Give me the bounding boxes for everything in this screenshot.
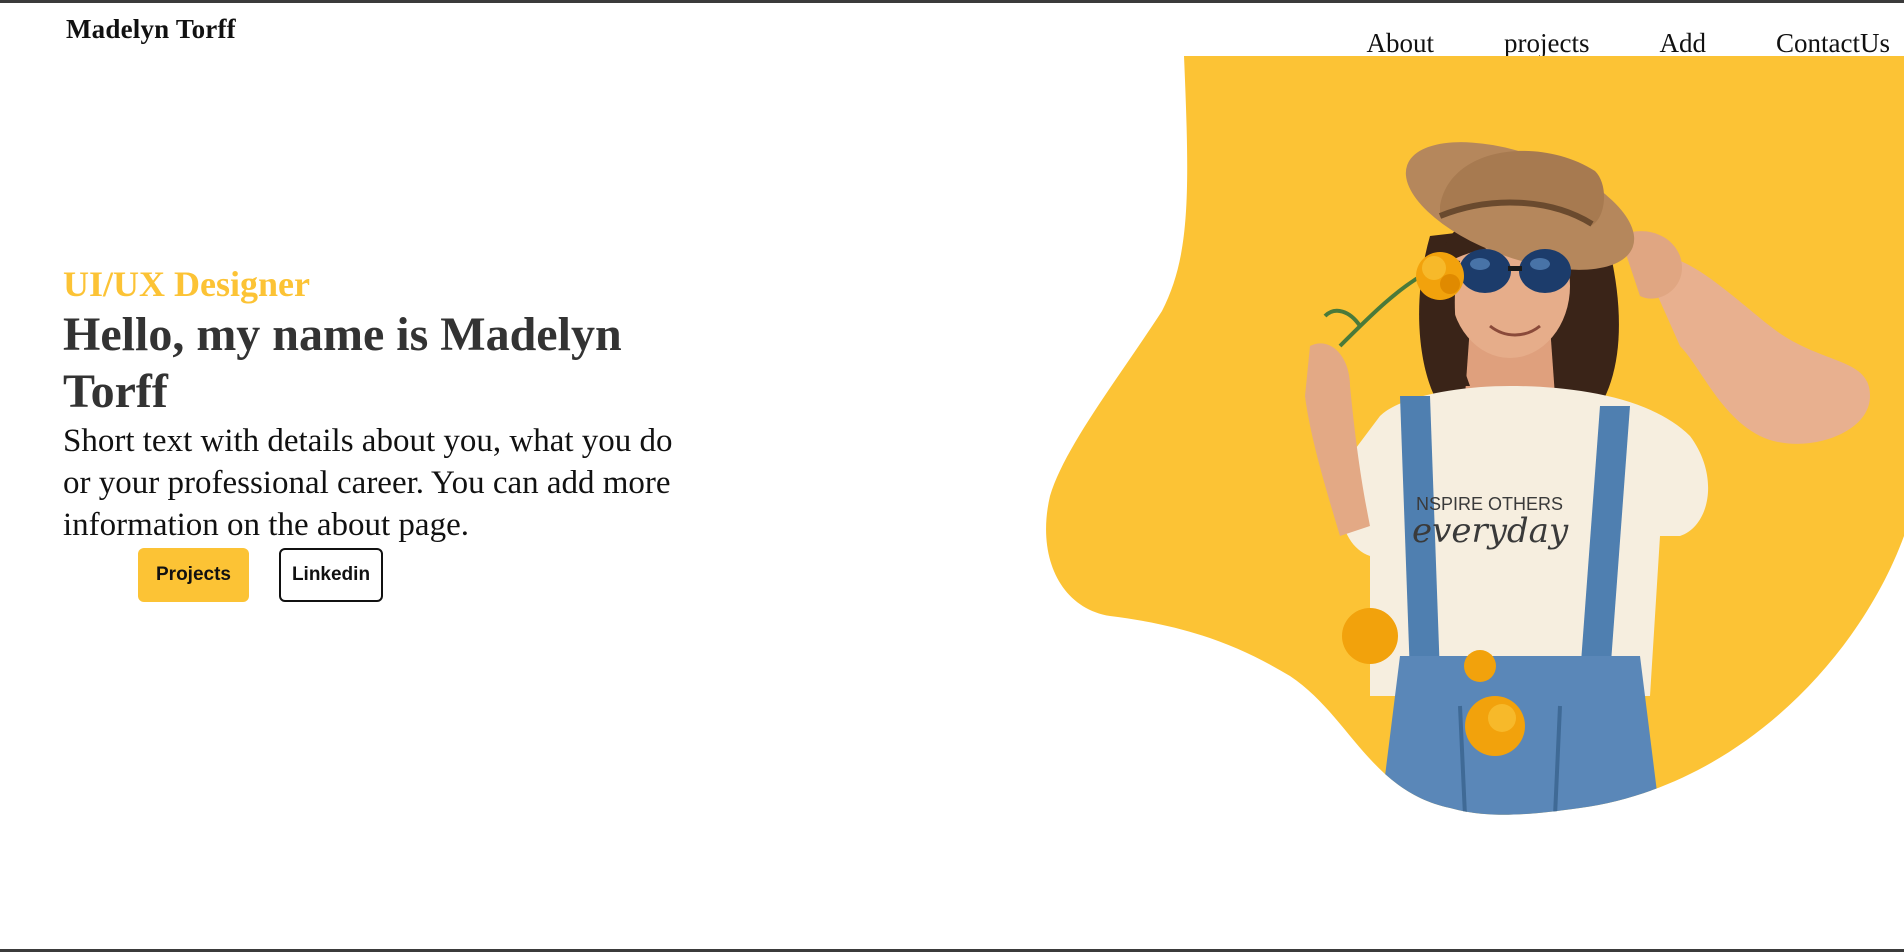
hero-illustration: NSPIRE OTHERS everyday [1046, 56, 1904, 815]
hero-intro: Short text with details about you, what … [63, 423, 673, 543]
hero-headline: Hello, my name is Madelyn Torff [63, 308, 622, 418]
hero-section: UI/UX Designer Hello, my name is Madelyn… [63, 262, 723, 546]
hero-role: UI/UX Designer [63, 264, 310, 304]
top-border [0, 0, 1904, 3]
linkedin-button[interactable]: Linkedin [279, 548, 383, 602]
shirt-text-bottom: everyday [1412, 511, 1569, 551]
projects-button[interactable]: Projects [138, 548, 249, 602]
brand-name[interactable]: Madelyn Torff [66, 14, 236, 45]
hero-image-area: NSPIRE OTHERS everyday [1040, 56, 1904, 816]
hero-buttons: Projects Linkedin [138, 548, 383, 602]
